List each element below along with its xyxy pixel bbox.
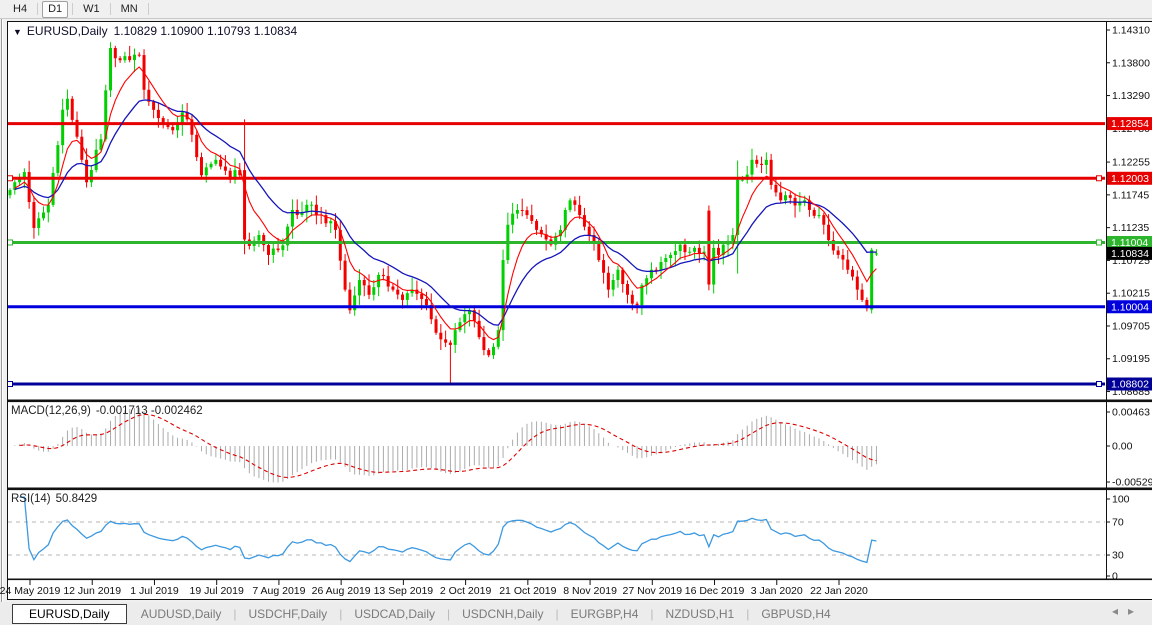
svg-text:1.11745: 1.11745: [1112, 189, 1149, 201]
svg-text:1.10004: 1.10004: [1111, 301, 1149, 313]
chart-tab-usdcnh[interactable]: USDCNH,Daily: [452, 605, 553, 623]
svg-text:2 Oct 2019: 2 Oct 2019: [440, 585, 492, 597]
svg-text:1.14310: 1.14310: [1112, 25, 1150, 37]
svg-text:70: 70: [1112, 517, 1124, 529]
svg-text:3 Jan 2020: 3 Jan 2020: [751, 585, 803, 597]
svg-text:1.10834: 1.10834: [1111, 248, 1149, 260]
svg-text:1.12255: 1.12255: [1112, 157, 1150, 169]
svg-text:1 Jul 2019: 1 Jul 2019: [130, 585, 179, 597]
tab-separator: |: [339, 607, 342, 621]
svg-text:8 Nov 2019: 8 Nov 2019: [563, 585, 617, 597]
svg-text:-0.00529: -0.00529: [1112, 477, 1152, 489]
svg-text:13 Sep 2019: 13 Sep 2019: [374, 585, 434, 597]
svg-text:1.09705: 1.09705: [1112, 320, 1150, 332]
svg-text:0: 0: [1112, 571, 1118, 583]
svg-text:1.12003: 1.12003: [1111, 173, 1149, 185]
svg-text:27 Nov 2019: 27 Nov 2019: [623, 585, 683, 597]
svg-text:1.13800: 1.13800: [1112, 57, 1150, 69]
tab-separator: |: [746, 607, 749, 621]
svg-text:1.13290: 1.13290: [1112, 90, 1150, 102]
tab-separator: |: [447, 607, 450, 621]
svg-text:12 Jun 2019: 12 Jun 2019: [63, 585, 121, 597]
svg-text:1.08802: 1.08802: [1111, 379, 1149, 391]
svg-text:26 Aug 2019: 26 Aug 2019: [312, 585, 371, 597]
tab-separator: |: [650, 607, 653, 621]
chart-tab-eurusd[interactable]: EURUSD,Daily: [12, 604, 127, 624]
svg-text:21 Oct 2019: 21 Oct 2019: [499, 585, 556, 597]
svg-text:1.12854: 1.12854: [1111, 118, 1149, 130]
price-chart-canvas[interactable]: 1.143101.138001.132901.127801.122551.117…: [0, 0, 1152, 625]
tab-scroll-arrows: ◂▸: [1112, 604, 1144, 618]
chart-tab-eurgbp[interactable]: EURGBP,H4: [561, 605, 649, 623]
svg-text:24 May 2019: 24 May 2019: [0, 585, 61, 597]
tab-scroll-left-icon[interactable]: ◂: [1112, 604, 1128, 618]
tab-separator: |: [555, 607, 558, 621]
chart-tab-gbpusd[interactable]: GBPUSD,H4: [751, 605, 840, 623]
svg-text:0.00463: 0.00463: [1112, 407, 1150, 419]
tab-separator: |: [233, 607, 236, 621]
svg-text:30: 30: [1112, 550, 1124, 562]
chart-tab-bar: EURUSD,DailyAUDUSD,Daily|USDCHF,Daily|US…: [0, 602, 1152, 625]
svg-text:100: 100: [1112, 494, 1130, 506]
svg-text:19 Jul 2019: 19 Jul 2019: [190, 585, 244, 597]
chart-tab-audusd[interactable]: AUDUSD,Daily: [131, 605, 232, 623]
svg-text:0.00: 0.00: [1112, 441, 1133, 453]
svg-text:1.10215: 1.10215: [1112, 288, 1150, 300]
svg-text:22 Jan 2020: 22 Jan 2020: [810, 585, 868, 597]
chart-tab-nzdusd[interactable]: NZDUSD,H1: [656, 605, 745, 623]
svg-text:7 Aug 2019: 7 Aug 2019: [252, 585, 305, 597]
svg-text:1.09195: 1.09195: [1112, 353, 1150, 365]
chart-tab-usdchf[interactable]: USDCHF,Daily: [239, 605, 338, 623]
svg-text:16 Dec 2019: 16 Dec 2019: [685, 585, 745, 597]
mt4-chart-window: H4D1W1MN 1.143101.138001.132901.127801.1…: [0, 0, 1152, 625]
chart-tab-usdcad[interactable]: USDCAD,Daily: [344, 605, 445, 623]
svg-text:1.11235: 1.11235: [1112, 222, 1149, 234]
tab-scroll-right-icon[interactable]: ▸: [1128, 604, 1144, 618]
